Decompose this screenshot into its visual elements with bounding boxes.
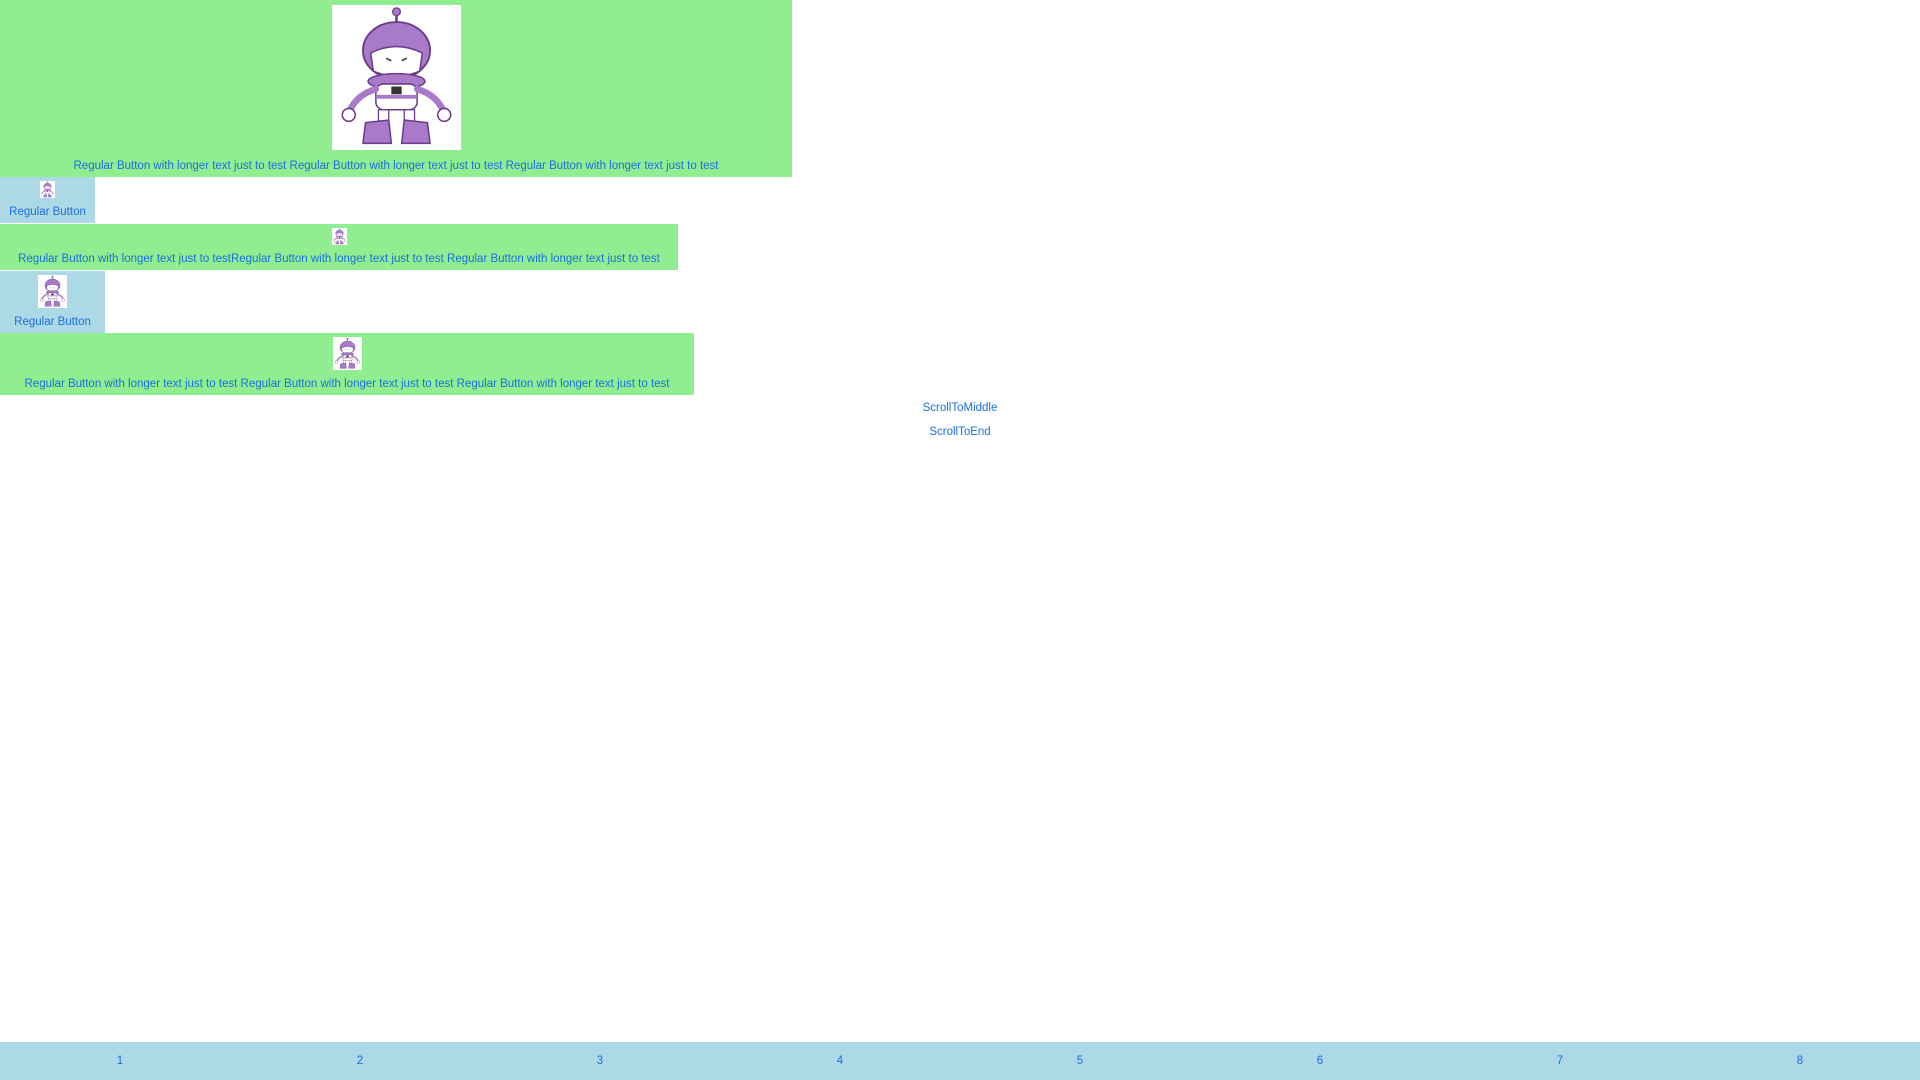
- button-label: Regular Button with longer text just to …: [24, 378, 670, 390]
- robot-image: [332, 228, 347, 245]
- robot-image: [40, 181, 55, 198]
- button-label: Regular Button with longer text just to …: [18, 253, 660, 265]
- image-button-4[interactable]: Regular Button: [0, 271, 105, 333]
- tab-6[interactable]: 6: [1200, 1042, 1440, 1080]
- tab-5[interactable]: 5: [960, 1042, 1200, 1080]
- image-button-3[interactable]: Regular Button with longer text just to …: [0, 224, 678, 270]
- button-label: Regular Button with longer text just to …: [73, 160, 719, 172]
- tab-3[interactable]: 3: [480, 1042, 720, 1080]
- image-button-1[interactable]: Regular Button with longer text just to …: [0, 0, 792, 177]
- tab-7[interactable]: 7: [1440, 1042, 1680, 1080]
- button-label: Regular Button: [14, 316, 91, 328]
- robot-image: [333, 337, 362, 370]
- robot-image: [38, 275, 67, 308]
- scroll-to-middle-button[interactable]: ScrollToMiddle: [880, 401, 1040, 415]
- tab-1[interactable]: 1: [0, 1042, 240, 1080]
- tab-4[interactable]: 4: [720, 1042, 960, 1080]
- tab-2[interactable]: 2: [240, 1042, 480, 1080]
- scroll-to-end-button[interactable]: ScrollToEnd: [880, 425, 1040, 439]
- robot-image: [332, 5, 461, 150]
- button-label: Regular Button: [9, 206, 86, 218]
- image-button-5[interactable]: Regular Button with longer text just to …: [0, 333, 694, 395]
- tab-8[interactable]: 8: [1680, 1042, 1920, 1080]
- image-button-2[interactable]: Regular Button: [0, 177, 95, 223]
- tab-bar: 1 2 3 4 5 6 7 8: [0, 1042, 1920, 1080]
